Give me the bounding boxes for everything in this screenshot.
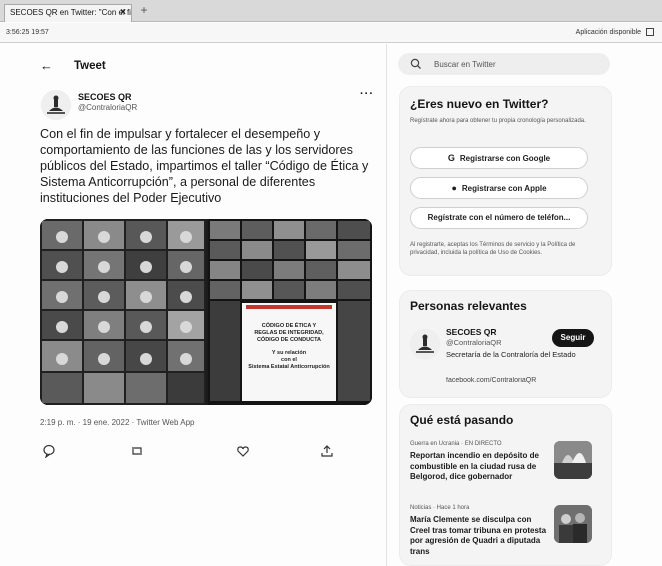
signup-description: Regístrate ahora para obtener tu propia … [410,118,586,124]
google-icon: G [447,153,455,163]
share-icon[interactable] [320,444,336,460]
trend-title: María Clemente se disculpa con Creel tra… [410,515,547,556]
avatar-logo-icon [410,329,440,359]
browser-tab-bar: SECOES QR en Twitter: "Con el fi × + [0,0,662,22]
phone-signup-button[interactable]: Regístrate con el número de teléfon... [410,207,588,229]
apple-signup-button[interactable]: ● Registrarse con Apple [410,177,588,199]
avatar-logo-icon [41,90,71,120]
relevant-avatar[interactable] [410,329,440,359]
address-text: 3:56:25 19:57 [6,29,49,36]
relevant-bio: Secretaría de la Contraloría del Estado [446,350,576,359]
relevant-people-panel: Personas relevantes SECOES QR @Contralor… [399,290,612,398]
relevant-name[interactable]: SECOES QR [446,327,497,337]
slide-line: REGLAS DE INTEGRIDAD, [254,330,324,336]
tab-title: SECOES QR en Twitter: "Con el fi [10,8,131,17]
install-app-icon [646,28,654,36]
video-call-screenshot-icon [40,219,372,405]
search-icon [410,58,421,69]
slide-line: con el [281,357,297,363]
author-handle[interactable]: @ContraloriaQR [78,103,137,112]
tweet-text: Con el fin de impulsar y fortalecer el d… [40,127,369,205]
address-bar[interactable]: 3:56:25 19:57 Aplicación disponible [0,23,662,43]
page-title: Tweet [74,60,106,72]
relevant-handle[interactable]: @ContraloriaQR [446,338,502,347]
slide-line: CÓDIGO DE ÉTICA Y [261,323,317,329]
author-name[interactable]: SECOES QR [78,92,132,102]
trend-meta: Noticias · Hace 1 hora [410,505,470,511]
more-options-icon[interactable]: ··· [360,88,374,100]
search-placeholder: Buscar en Twitter [434,60,496,69]
reply-icon[interactable] [42,444,58,460]
close-icon[interactable]: × [120,5,126,21]
back-arrow-icon[interactable]: ← [40,58,53,73]
terms-text[interactable]: Al registrarte, aceptas los Términos de … [410,241,596,257]
new-tab-icon[interactable]: + [138,4,150,17]
trends-title: Qué está pasando [410,413,514,427]
fire-photo-icon [554,441,592,479]
tweet-actions [40,444,340,460]
trend-meta: Guerra en Ucrania · EN DIRECTO [410,441,502,447]
slide-line: CÓDIGO DE CONDUCTA [256,337,322,343]
relevant-title: Personas relevantes [410,299,527,313]
apple-signup-label: Registrarse con Apple [461,184,547,193]
phone-signup-label: Regístrate con el número de teléfon... [427,213,571,222]
signup-title: ¿Eres nuevo en Twitter? [410,97,549,111]
signup-panel: ¿Eres nuevo en Twitter? Regístrate ahora… [399,86,612,276]
slide-line: Sistema Estatal Anticorrupción [248,364,330,370]
apple-icon: ● [451,183,457,193]
google-signup-label: Registrarse con Google [459,154,551,163]
slide-line: Y su relación [271,350,307,356]
slide-text: CÓDIGO DE ÉTICA Y REGLAS DE INTEGRIDAD, … [242,323,336,371]
trend-title: Reportan incendio en depósito de combust… [410,451,539,481]
google-signup-button[interactable]: G Registrarse con Google [410,147,588,169]
search-input[interactable]: Buscar en Twitter [398,53,610,75]
column-divider [386,44,387,566]
retweet-icon[interactable] [130,444,146,460]
trends-panel: Qué está pasando Guerra en Ucrania · EN … [399,404,612,566]
tweet-meta[interactable]: 2:19 p. m. · 19 ene. 2022 · Twitter Web … [40,418,194,427]
app-available-indicator[interactable]: Aplicación disponible [576,28,654,36]
trend-thumbnail [554,505,592,543]
avatar[interactable] [41,90,71,120]
follow-button[interactable]: Seguir [552,329,594,347]
trend-thumbnail [554,441,592,479]
relevant-link[interactable]: facebook.com/ContraloriaQR [446,377,576,384]
tweet-media[interactable]: CÓDIGO DE ÉTICA Y REGLAS DE INTEGRIDAD, … [40,219,372,405]
like-icon[interactable] [236,444,252,460]
browser-tab[interactable]: SECOES QR en Twitter: "Con el fi × [4,4,132,22]
app-available-label: Aplicación disponible [575,28,642,36]
congress-photo-icon [554,505,592,543]
